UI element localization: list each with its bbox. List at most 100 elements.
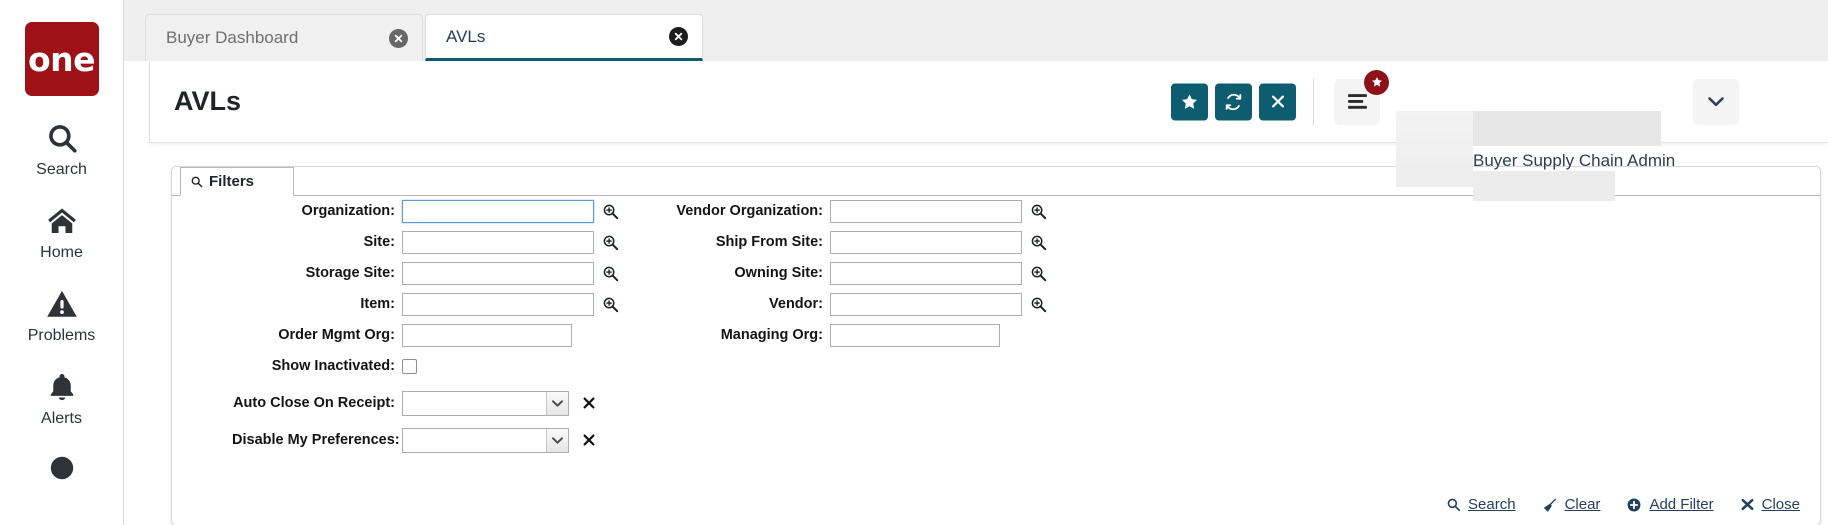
refresh-button[interactable]	[1215, 83, 1252, 120]
search-icon	[191, 176, 203, 188]
star-icon	[1181, 93, 1198, 109]
filters-right-column: Vendor Organization: Ship From Site: Own…	[660, 196, 1047, 351]
filter-label: Order Mgmt Org:	[278, 327, 395, 343]
menu-notification-badge	[1364, 69, 1389, 95]
tab-avls[interactable]: AVLs	[425, 14, 703, 61]
magnifier-plus-icon[interactable]	[1030, 296, 1047, 313]
filter-row-order-mgmt-org: Order Mgmt Org:	[232, 320, 619, 350]
filter-label: Managing Org:	[720, 327, 823, 343]
plus-circle-icon	[1626, 497, 1642, 513]
one-logo[interactable]: one	[24, 22, 99, 96]
home-icon	[45, 201, 79, 241]
sidebar-item-search[interactable]: Search	[0, 118, 123, 179]
search-action[interactable]: Search	[1446, 496, 1516, 513]
search-icon	[45, 118, 79, 158]
user-name-label: Buyer Supply Chain Admin	[1473, 151, 1676, 170]
close-action[interactable]: Close	[1740, 496, 1800, 513]
sidebar-item-label: Alerts	[41, 410, 82, 427]
warning-triangle-icon	[45, 284, 79, 324]
magnifier-plus-icon[interactable]	[1030, 234, 1047, 251]
remove-auto-close-filter-icon[interactable]	[581, 395, 597, 411]
filters-left-column: Organization: Site: Storage Site: Item: …	[232, 196, 619, 456]
star-icon	[1370, 75, 1383, 88]
filter-row-owning-site: Owning Site:	[660, 258, 1047, 288]
filter-label: Auto Close On Receipt:	[233, 395, 395, 411]
filter-label: Item:	[360, 296, 395, 312]
disable-my-preferences-select[interactable]	[402, 427, 569, 453]
chevron-down-icon[interactable]	[546, 428, 568, 452]
filter-label: Vendor:	[769, 296, 823, 312]
header-divider	[1313, 78, 1314, 125]
add-filter-action-label: Add Filter	[1649, 496, 1714, 513]
filter-label: Vendor Organization:	[676, 203, 823, 219]
favorite-button[interactable]	[1171, 83, 1208, 120]
hamburger-menu-button[interactable]	[1334, 69, 1389, 125]
user-menu[interactable]: Buyer Supply Chain Admin	[1473, 146, 1675, 176]
refresh-icon	[1225, 93, 1242, 110]
filter-row-storage-site: Storage Site:	[232, 258, 619, 288]
magnifier-plus-icon[interactable]	[1030, 265, 1047, 282]
header-action-buttons	[1171, 83, 1296, 120]
magnifier-plus-icon[interactable]	[1030, 203, 1047, 220]
filter-row-show-inactivated: Show Inactivated:	[232, 351, 619, 381]
sidebar-item-label: Problems	[27, 327, 96, 344]
sidebar-item-alerts[interactable]: Alerts	[0, 367, 123, 428]
close-action-label: Close	[1761, 496, 1800, 513]
magnifier-plus-icon[interactable]	[602, 234, 619, 251]
bell-icon	[47, 367, 77, 407]
owning-site-input[interactable]	[830, 261, 1022, 285]
application-window: one Search Home Problems Alerts Buyer Da…	[0, 0, 1828, 525]
show-inactivated-checkbox[interactable]	[402, 358, 417, 374]
close-button[interactable]	[1259, 83, 1296, 120]
ship-from-site-input[interactable]	[830, 230, 1022, 254]
sidebar-item-label: Search	[36, 161, 87, 178]
add-filter-action[interactable]: Add Filter	[1626, 496, 1714, 513]
filter-row-vendor: Vendor:	[660, 289, 1047, 319]
chevron-down-icon[interactable]	[546, 391, 568, 415]
tab-filters[interactable]: Filters	[180, 167, 294, 196]
sidebar-item-problems[interactable]: Problems	[0, 284, 123, 345]
clear-action[interactable]: Clear	[1542, 496, 1601, 513]
circle-icon	[45, 454, 79, 482]
tab-close-icon[interactable]	[669, 27, 688, 46]
tab-label: AVLs	[446, 26, 486, 46]
site-input[interactable]	[402, 230, 594, 254]
organization-input[interactable]	[402, 199, 594, 223]
filter-label: Storage Site:	[305, 265, 395, 281]
hamburger-menu-icon	[1347, 94, 1367, 109]
vendor-organization-input[interactable]	[830, 199, 1022, 223]
x-icon	[1740, 497, 1755, 512]
magnifier-plus-icon[interactable]	[602, 203, 619, 220]
sidebar-item-home[interactable]: Home	[0, 201, 123, 262]
filter-label: Site:	[363, 234, 395, 250]
filter-row-managing-org: Managing Org:	[660, 320, 1047, 350]
filter-actions: Search Clear Add Filter Close	[1446, 496, 1800, 513]
tab-close-icon[interactable]	[389, 28, 408, 48]
item-input[interactable]	[402, 292, 594, 316]
search-action-label: Search	[1468, 496, 1516, 513]
page-title: AVLs	[174, 86, 242, 116]
clear-action-label: Clear	[1564, 496, 1601, 513]
sidebar-item-partial[interactable]	[0, 454, 123, 482]
filter-label: Show Inactivated:	[271, 358, 395, 374]
storage-site-input[interactable]	[402, 261, 594, 285]
user-menu-toggle[interactable]	[1693, 78, 1739, 125]
tab-bar: Buyer Dashboard AVLs	[124, 0, 1828, 61]
order-mgmt-org-input[interactable]	[402, 323, 572, 347]
left-sidebar: one Search Home Problems Alerts	[0, 0, 124, 525]
filter-row-item: Item:	[232, 289, 619, 319]
remove-disable-preferences-filter-icon[interactable]	[581, 432, 597, 448]
filter-row-disable-my-preferences: Disable My Preferences:	[232, 425, 619, 455]
magnifier-plus-icon[interactable]	[602, 296, 619, 313]
tab-buyer-dashboard[interactable]: Buyer Dashboard	[145, 14, 423, 61]
filters-panel: Filters Organization: Site: Storage Site…	[171, 166, 1821, 525]
tab-label: Buyer Dashboard	[166, 28, 299, 47]
managing-org-input[interactable]	[830, 323, 1000, 347]
auto-close-on-receipt-select[interactable]	[402, 390, 569, 416]
vendor-input[interactable]	[830, 292, 1022, 316]
magnifier-plus-icon[interactable]	[602, 265, 619, 282]
filter-label: Ship From Site:	[715, 234, 823, 250]
filter-label: Organization:	[301, 203, 395, 219]
header-panel-left	[1396, 111, 1473, 187]
filter-row-vendor-organization: Vendor Organization:	[660, 196, 1047, 226]
